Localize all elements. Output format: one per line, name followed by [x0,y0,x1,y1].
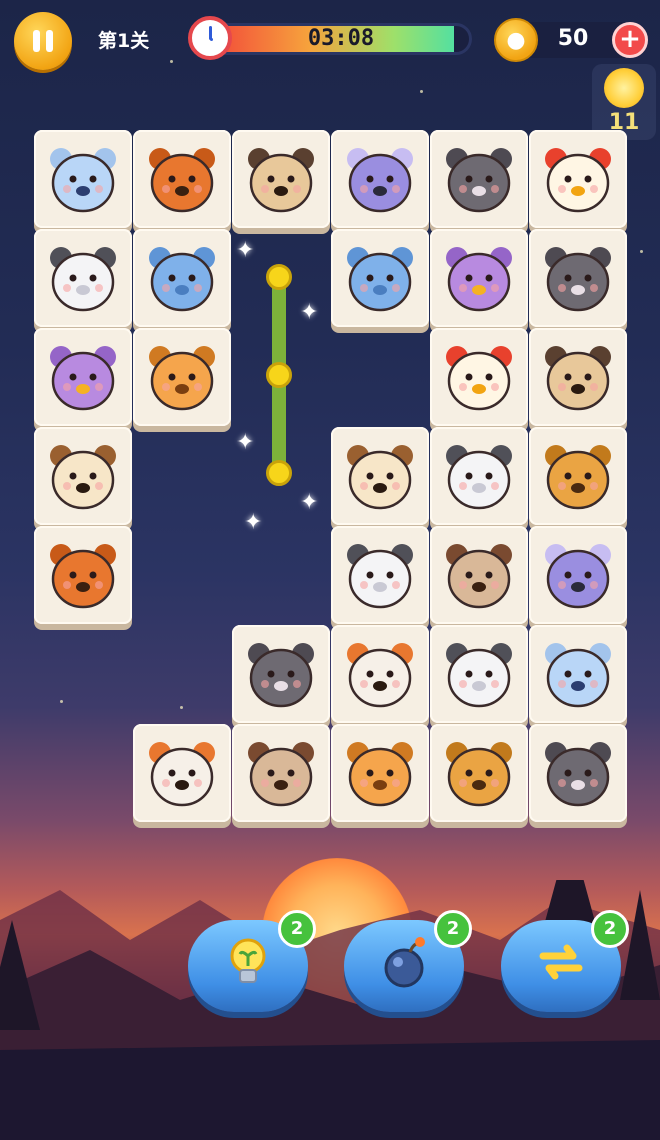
tile-polar-bear[interactable] [34,130,132,228]
donkey-icon [545,742,611,807]
tile-zebra[interactable] [430,625,528,723]
bomb-icon [384,937,425,988]
game-stage: 第1关 03:08 ● 50 + 11 ✦ ✦ ✦ ✦ ✦ 2 2 2 [0,0,660,1140]
elephant-icon [149,247,215,312]
tile-donkey[interactable] [529,229,627,327]
teddy-bear-icon [446,742,512,807]
star [420,90,423,93]
gorilla-icon [248,742,314,807]
tile-gorilla[interactable] [232,724,330,822]
tile-chicken[interactable] [430,328,528,426]
hedgehog-icon [347,445,413,510]
sparkle: ✦ [300,490,319,515]
hint-count-badge: 2 [278,910,316,948]
coin-value: 50 [557,26,589,51]
pug-icon [248,148,314,213]
sparkle: ✦ [300,300,319,325]
tile-pug[interactable] [232,130,330,228]
chicken-icon [446,346,512,411]
donkey-icon [545,247,611,312]
tile-koala[interactable] [331,130,429,228]
polar-bear-icon [545,643,611,708]
tile-polar-bear[interactable] [529,625,627,723]
tile-donkey[interactable] [232,625,330,723]
sun-reward-button[interactable]: 11 [592,64,656,140]
donkey-icon [446,148,512,213]
tile-teddy-bear[interactable] [430,724,528,822]
tile-hedgehog[interactable] [331,427,429,525]
tile-donkey[interactable] [529,724,627,822]
sparkle: ✦ [236,238,255,263]
tile-zebra[interactable] [430,427,528,525]
giraffe-icon [149,346,215,411]
shuffle-count-badge: 2 [591,910,629,948]
shuffle-button[interactable]: 2 [501,910,629,1012]
red-panda-icon [149,742,215,807]
zebra-icon [347,544,413,609]
polar-bear-icon [50,148,116,213]
tile-owl[interactable] [34,328,132,426]
timer-bar: 03:08 [188,16,472,60]
chicken-icon [545,148,611,213]
koala-icon [545,544,611,609]
hedgehog-icon [50,445,116,510]
tile-chicken[interactable] [529,130,627,228]
tile-elephant[interactable] [133,229,231,327]
add-coins-button[interactable]: + [612,22,648,58]
sparkle: ✦ [236,430,255,455]
gorilla-icon [446,544,512,609]
hint-button[interactable]: 2 [188,910,316,1012]
tile-koala[interactable] [529,526,627,624]
squirrel-icon [50,544,116,609]
tile-zebra[interactable] [331,526,429,624]
bomb-count-badge: 2 [434,910,472,948]
link-node [266,264,292,290]
tile-owl[interactable] [430,229,528,327]
tile-elephant[interactable] [331,229,429,327]
tile-teddy-bear[interactable] [529,427,627,525]
tile-pug[interactable] [529,328,627,426]
teddy-bear-icon [545,445,611,510]
clock-icon [188,16,232,60]
pug-icon [545,346,611,411]
sparkle: ✦ [244,510,263,535]
sun-icon [604,68,644,108]
squirrel-icon [149,148,215,213]
link-node [266,362,292,388]
tile-giraffe[interactable] [331,724,429,822]
tile-giraffe[interactable] [133,328,231,426]
giraffe-icon [347,742,413,807]
elephant-icon [347,247,413,312]
zebra-icon [50,247,116,312]
timer-text: 03:08 [307,26,375,51]
tile-red-panda[interactable] [133,724,231,822]
tile-squirrel[interactable] [133,130,231,228]
tile-hedgehog[interactable] [34,427,132,525]
tile-donkey[interactable] [430,130,528,228]
shuffle-icon [539,944,583,980]
bomb-button[interactable]: 2 [344,910,472,1012]
owl-icon [50,346,116,411]
tile-gorilla[interactable] [430,526,528,624]
tile-red-panda[interactable] [331,625,429,723]
star [170,60,173,63]
koala-icon [347,148,413,213]
tile-zebra[interactable] [34,229,132,327]
pause-button[interactable] [14,12,72,70]
tile-squirrel[interactable] [34,526,132,624]
zebra-icon [446,445,512,510]
link-node [266,460,292,486]
zebra-icon [446,643,512,708]
lightbulb-icon [230,938,266,983]
star [640,250,643,253]
level-label: 第1关 [98,30,150,52]
donkey-icon [248,643,314,708]
owl-icon [446,247,512,312]
star [180,706,183,709]
coin-counter: ● 50 + [494,18,648,62]
red-panda-icon [347,643,413,708]
star [60,700,63,703]
paw-coin-icon: ● [494,18,538,62]
pause-icon [33,30,40,52]
